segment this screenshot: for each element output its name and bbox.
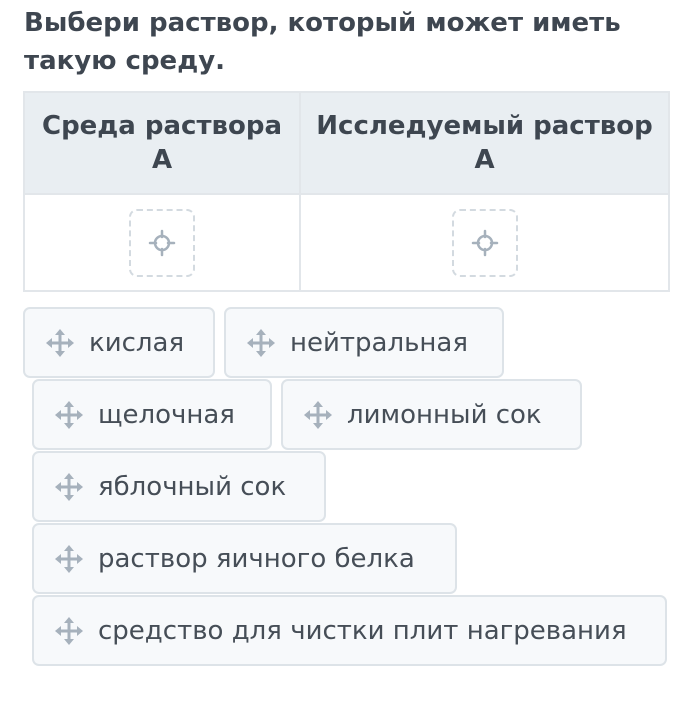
move-icon (55, 616, 83, 645)
move-icon (55, 472, 83, 501)
drop-zone-solution[interactable] (451, 208, 518, 277)
column-header-environment: Среда раствора А (41, 111, 283, 175)
target-icon (471, 229, 498, 256)
target-icon (148, 229, 176, 256)
option-chip[interactable]: щелочная (32, 379, 272, 450)
answer-cell-solution (299, 195, 668, 290)
drop-zone-environment[interactable] (129, 208, 195, 277)
column-header-solution: Исследуемый раствор А (299, 93, 668, 193)
option-chip[interactable]: яблочный сок (32, 451, 326, 522)
option-label: кислая (89, 327, 185, 358)
option-chip[interactable]: кислая (23, 307, 215, 378)
option-label: средство для чистки плит нагревания (98, 615, 627, 646)
table-answer-row (25, 195, 668, 290)
option-chip[interactable]: лимонный сок (281, 379, 582, 450)
option-chip[interactable]: нейтральная (224, 307, 504, 378)
move-icon (55, 400, 83, 429)
answer-table: Среда раствора А Исследуемый раствор А (23, 91, 670, 292)
move-icon (304, 400, 332, 429)
option-chip[interactable]: раствор яичного белка (32, 523, 457, 594)
option-label: лимонный сок (347, 399, 542, 430)
option-label: щелочная (98, 399, 235, 430)
option-label: нейтральная (290, 327, 468, 358)
question-title: Выбери раствор, который может иметь таку… (24, 8, 621, 76)
move-icon (55, 544, 83, 573)
option-label: яблочный сок (98, 471, 287, 502)
option-label: раствор яичного белка (98, 543, 415, 574)
option-chip[interactable]: средство для чистки плит нагревания (32, 595, 667, 666)
move-icon (247, 328, 275, 357)
move-icon (46, 328, 74, 357)
table-header-row: Среда раствора А Исследуемый раствор А (25, 93, 668, 195)
answer-cell-environment (25, 195, 299, 290)
